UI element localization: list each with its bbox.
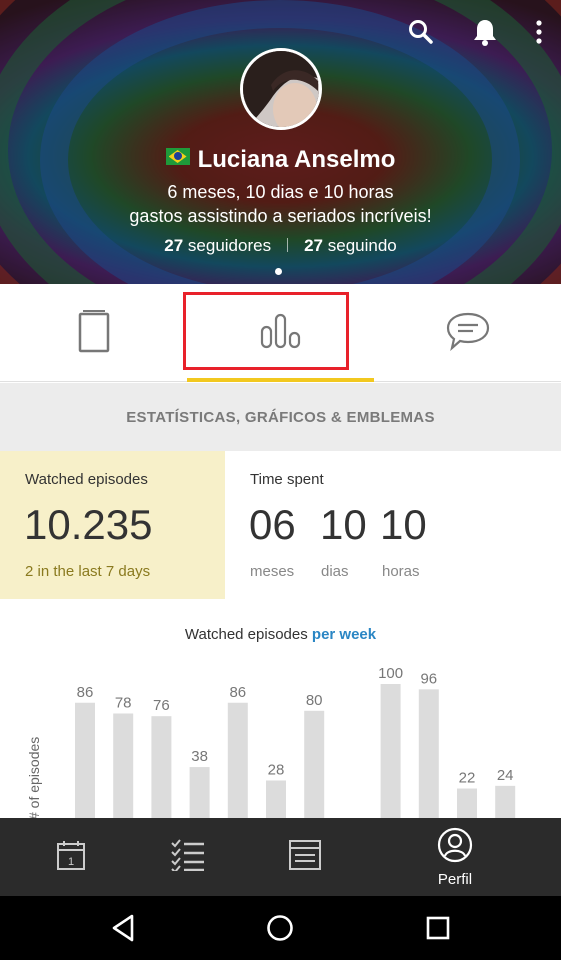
system-navigation-bar	[0, 896, 561, 960]
following-link[interactable]: 27 seguindo	[304, 236, 397, 255]
chart-bar-label: 80	[306, 692, 323, 709]
days-value: 10	[320, 501, 367, 548]
chart-bar-label: 24	[497, 767, 514, 784]
profile-icon	[437, 827, 473, 868]
time-spent-line2: gastos assistindo a seriados incríveis!	[129, 206, 432, 226]
weekly-chart: Watched episodes per week # of episodes …	[0, 600, 561, 818]
chart-bar	[304, 710, 325, 818]
watched-episodes-value: 10.235	[24, 501, 153, 548]
months-unit: meses	[250, 563, 295, 580]
header-actions	[403, 14, 547, 50]
search-icon[interactable]	[403, 14, 439, 50]
chart-bar-label: 100	[378, 665, 403, 682]
following-label: seguindo	[327, 236, 397, 255]
time-spent-line1: 6 meses, 10 dias e 10 horas	[167, 182, 394, 202]
back-icon[interactable]	[105, 910, 141, 946]
hours-unit: horas	[382, 563, 420, 580]
chart-bar	[457, 788, 477, 818]
bell-icon[interactable]	[467, 14, 503, 50]
chart-bar	[418, 689, 439, 818]
browser-window-icon	[288, 839, 322, 876]
page-indicator-dot	[275, 268, 282, 275]
profile-name-row: Luciana Anselmo	[0, 146, 561, 174]
time-spent-label: Time spent	[250, 471, 324, 488]
chart-bar	[495, 785, 516, 818]
chart-bar	[227, 702, 248, 818]
followers-link[interactable]: 27 seguidores	[164, 236, 271, 255]
followers-count: 27	[164, 236, 184, 255]
profile-header: Luciana Anselmo 6 meses, 10 dias e 10 ho…	[0, 0, 561, 284]
chart-bar-label: 96	[420, 670, 437, 687]
stats-panel: Watched episodes 10.235 2 in the last 7 …	[0, 451, 561, 599]
chart-bar-label: 86	[77, 684, 94, 701]
chart-bar	[266, 780, 286, 818]
chart-bars: 86 78 76 38 86 28 80 100 96 22 24	[75, 665, 516, 818]
chart-bar	[75, 702, 95, 818]
nav-calendar[interactable]: 1	[15, 818, 127, 896]
chart-bar	[189, 767, 210, 818]
tab-comments[interactable]	[374, 284, 561, 382]
nav-profile-label: Perfil	[437, 870, 473, 888]
section-title: ESTATÍSTICAS, GRÁFICOS & EMBLEMAS	[0, 383, 561, 451]
nav-watchlist[interactable]	[132, 818, 244, 896]
chart-bar-label: 76	[153, 697, 170, 714]
watched-episodes-label: Watched episodes	[25, 471, 148, 488]
bottom-navigation: 1 Perfil	[0, 818, 561, 896]
recent-apps-icon[interactable]	[420, 910, 456, 946]
phone-card-icon	[78, 309, 110, 358]
home-icon[interactable]	[262, 910, 298, 946]
annotation-highlight-box	[183, 292, 349, 370]
avatar[interactable]	[240, 48, 322, 130]
checklist-icon	[170, 838, 206, 876]
watched-episodes-recent: 2 in the last 7 days	[25, 563, 151, 580]
active-tab-indicator	[187, 378, 374, 382]
chat-bubble-icon	[445, 311, 491, 356]
divider	[287, 238, 289, 252]
watched-episodes-card[interactable]: Watched episodes 10.235 2 in the last 7 …	[0, 451, 225, 599]
follow-stats: 27 seguidores 27 seguindo	[0, 236, 561, 256]
nav-profile[interactable]: Perfil	[399, 818, 511, 896]
time-spent-card[interactable]: Time spent 06 10 10 meses dias horas	[225, 451, 561, 599]
nav-discover[interactable]	[249, 818, 361, 896]
hours-value: 10	[380, 501, 427, 548]
more-vertical-icon[interactable]	[531, 14, 547, 50]
tab-shows[interactable]	[0, 284, 187, 382]
chart-bar	[380, 684, 401, 818]
months-value: 06	[249, 501, 296, 548]
chart-bar	[113, 713, 134, 818]
calendar-icon: 1	[56, 839, 86, 876]
chart-bar-label: 22	[459, 770, 476, 787]
chart-bar	[151, 716, 172, 818]
chart-bar-label: 78	[115, 694, 132, 711]
chart-bar-label: 86	[229, 684, 246, 701]
days-unit: dias	[321, 563, 349, 580]
brazil-flag-icon	[165, 148, 190, 165]
svg-text:1: 1	[68, 856, 74, 868]
profile-name: Luciana Anselmo	[197, 146, 396, 173]
chart-bar-label: 38	[191, 748, 208, 765]
chart-bar-label: 28	[268, 761, 285, 778]
followers-label: seguidores	[187, 236, 272, 255]
following-count: 27	[304, 236, 323, 255]
